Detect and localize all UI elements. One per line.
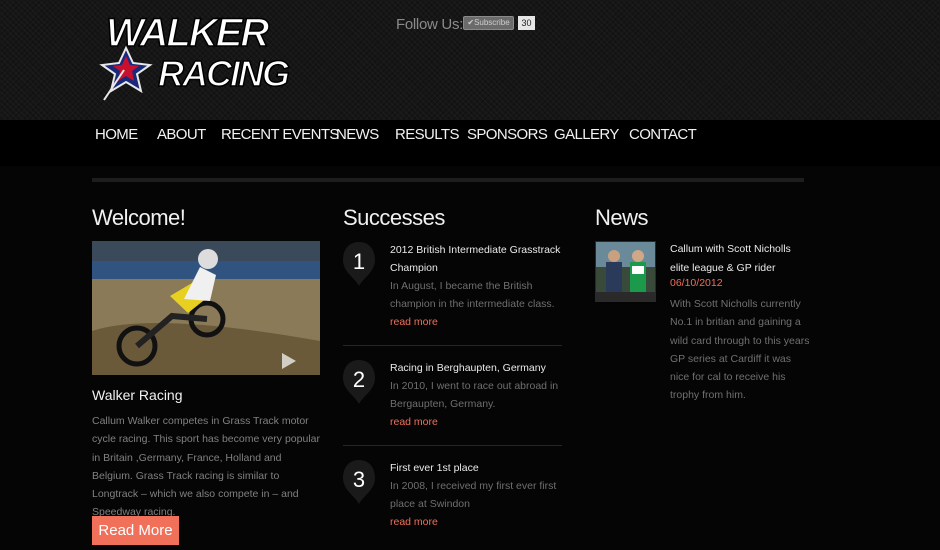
news-thumbnail[interactable] — [595, 241, 656, 302]
nav-results[interactable]: RESULTS — [395, 126, 459, 143]
nav-gallery[interactable]: GALLERY — [554, 126, 619, 143]
follow-us-label: Follow Us: — [396, 16, 464, 33]
nav-news[interactable]: NEWS — [336, 126, 379, 143]
success-item: 3 First ever 1st place In 2008, I receiv… — [343, 459, 563, 539]
nav-recent-events[interactable]: RECENT EVENTS — [221, 126, 339, 143]
separator — [343, 445, 562, 446]
welcome-photo[interactable] — [92, 241, 320, 375]
read-more-link[interactable]: read more — [390, 516, 438, 528]
success-desc: In 2008, I received my first ever first … — [390, 480, 557, 511]
nav-sponsors[interactable]: SPONSORS — [467, 126, 548, 143]
svg-text:RACING: RACING — [158, 53, 289, 94]
svg-text:1: 1 — [353, 249, 365, 274]
walker-racing-logo[interactable]: WALKER RACING — [98, 8, 323, 103]
success-desc: In August, I became the British champion… — [390, 280, 555, 311]
success-title: Racing in Berghaupten, Germany — [390, 362, 546, 374]
welcome-text: Callum Walker competes in Grass Track mo… — [92, 415, 320, 519]
number-badge-icon: 3 — [343, 460, 375, 504]
content-divider — [92, 178, 804, 182]
svg-text:3: 3 — [353, 467, 365, 492]
nav-contact[interactable]: CONTACT — [629, 126, 697, 143]
main-nav: HOME ABOUT RECENT EVENTS NEWS RESULTS SP… — [0, 120, 940, 166]
subscribe-button[interactable]: ✔Subscribe — [463, 16, 514, 30]
read-more-link[interactable]: read more — [390, 416, 438, 428]
separator — [343, 345, 562, 346]
read-more-button[interactable]: Read More — [92, 516, 179, 545]
success-title: First ever 1st place — [390, 462, 479, 474]
success-title: 2012 British Intermediate Grasstrack Cha… — [390, 244, 561, 275]
news-item-title[interactable]: Callum with Scott Nicholls elite league … — [670, 240, 810, 277]
site-header: WALKER RACING Follow Us: ✔Subscribe 30 — [0, 0, 940, 120]
news-title: News — [595, 205, 649, 230]
subscribe-label: Subscribe — [474, 18, 510, 27]
svg-text:WALKER: WALKER — [106, 11, 269, 55]
welcome-heading: Walker Racing — [92, 387, 183, 403]
news-item-body: With Scott Nicholls currently No.1 in br… — [670, 298, 810, 402]
success-item: 2 Racing in Berghaupten, Germany In 2010… — [343, 359, 563, 439]
welcome-title: Welcome! — [92, 205, 186, 230]
success-desc: In 2010, I went to race out abroad in Be… — [390, 380, 559, 411]
read-more-link[interactable]: read more — [390, 316, 438, 328]
svg-text:2: 2 — [353, 367, 365, 392]
like-count: 30 — [518, 16, 535, 30]
number-badge-icon: 2 — [343, 360, 375, 404]
nav-home[interactable]: HOME — [95, 126, 138, 143]
news-item-date: 06/10/2012 — [670, 277, 723, 289]
nav-about[interactable]: ABOUT — [157, 126, 206, 143]
success-item: 1 2012 British Intermediate Grasstrack C… — [343, 241, 563, 351]
number-badge-icon: 1 — [343, 242, 375, 286]
successes-title: Successes — [343, 205, 445, 230]
